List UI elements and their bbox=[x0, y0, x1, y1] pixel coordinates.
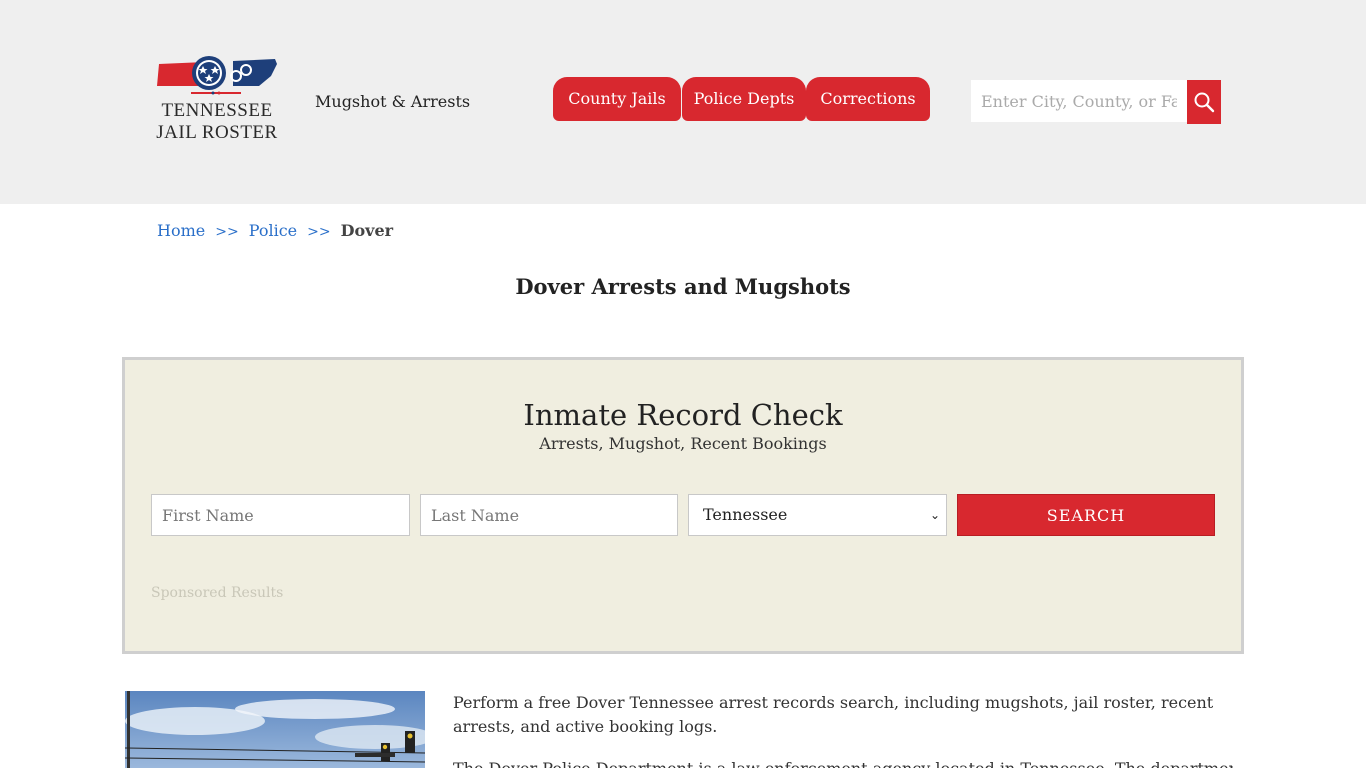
logo-line-2: JAIL ROSTER bbox=[156, 122, 278, 143]
search-submit-button[interactable] bbox=[1187, 80, 1221, 124]
tennessee-flag-icon bbox=[157, 56, 277, 95]
chevron-down-icon: ⌄ bbox=[929, 508, 940, 522]
first-name-input[interactable] bbox=[151, 494, 410, 536]
panel-title: Inmate Record Check bbox=[523, 398, 843, 432]
site-tagline: Mugshot & Arrests bbox=[315, 92, 471, 111]
street-scene-image bbox=[125, 691, 425, 768]
page-title: Dover Arrests and Mugshots bbox=[515, 274, 851, 299]
facility-search-input[interactable] bbox=[971, 80, 1187, 122]
sponsored-results-label: Sponsored Results bbox=[151, 585, 284, 601]
site-header: TENNESSEE JAIL ROSTER Mugshot & Arrests … bbox=[0, 0, 1366, 204]
dover-street-photo bbox=[125, 691, 425, 768]
intro-paragraph: Perform a free Dover Tennessee arrest re… bbox=[453, 693, 1214, 736]
inmate-record-check-panel: Inmate Record Check Arrests, Mugshot, Re… bbox=[122, 357, 1244, 654]
nav-tab-corrections[interactable]: Corrections bbox=[806, 77, 930, 121]
nav-tab-police-depts[interactable]: Police Depts bbox=[682, 77, 806, 121]
search-icon bbox=[1194, 92, 1215, 113]
breadcrumb-separator: >> bbox=[307, 224, 331, 240]
breadcrumb-police[interactable]: Police bbox=[249, 221, 297, 240]
breadcrumb-current: Dover bbox=[340, 221, 394, 240]
logo-line-1: TENNESSEE bbox=[161, 100, 273, 121]
last-name-input[interactable] bbox=[420, 494, 678, 536]
description-paragraph: The Dover Police Department is a law enf… bbox=[453, 757, 1233, 768]
state-select-value: Tennessee bbox=[703, 505, 788, 524]
panel-subtitle: Arrests, Mugshot, Recent Bookings bbox=[539, 434, 827, 453]
breadcrumb: Home >> Police >> Dover bbox=[157, 221, 393, 242]
nav-tab-county-jails[interactable]: County Jails bbox=[553, 77, 681, 121]
record-search-button[interactable]: SEARCH bbox=[957, 494, 1215, 536]
breadcrumb-separator: >> bbox=[215, 224, 239, 240]
breadcrumb-home[interactable]: Home bbox=[157, 221, 205, 240]
site-logo[interactable]: TENNESSEE JAIL ROSTER bbox=[153, 56, 283, 148]
state-select[interactable]: Tennessee ⌄ bbox=[688, 494, 947, 536]
